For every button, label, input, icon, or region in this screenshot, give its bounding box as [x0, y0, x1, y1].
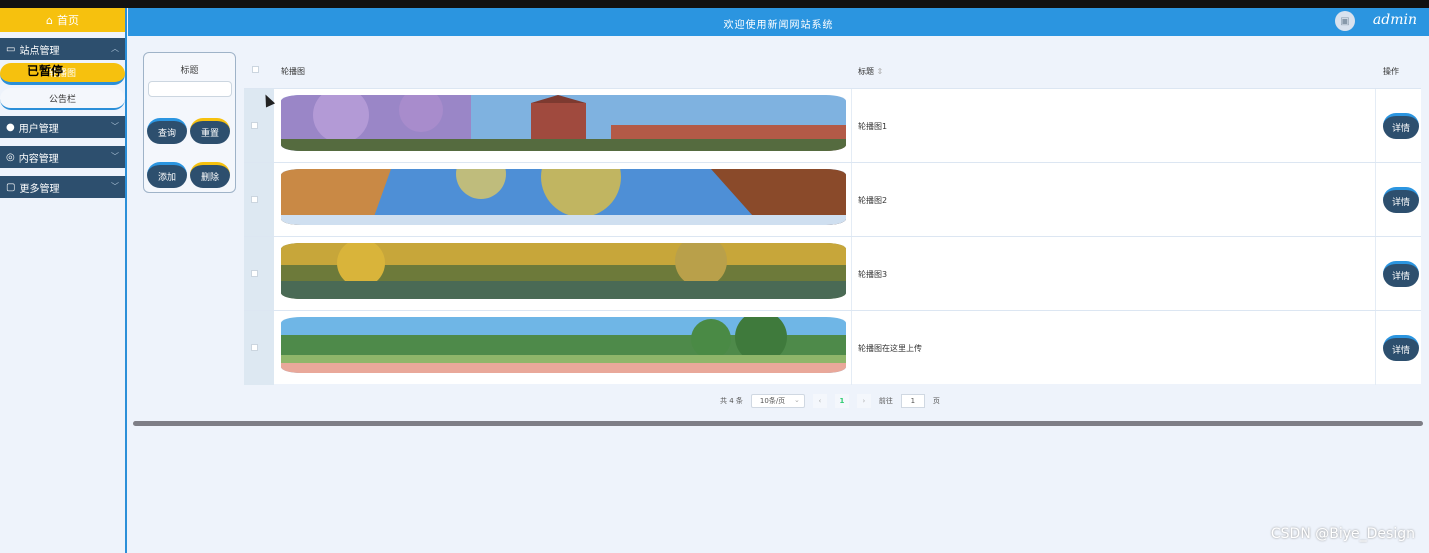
- header-title: 欢迎使用新闻网站系统: [723, 20, 834, 31]
- sidebar-home[interactable]: ⌂ 首页: [0, 8, 125, 32]
- title-search-input[interactable]: [148, 81, 232, 97]
- row-title: 轮播图在这里上传: [858, 344, 922, 353]
- column-divider: [851, 89, 852, 163]
- table-row: 轮播图1 详情: [244, 88, 1421, 163]
- carousel-image: [281, 95, 846, 151]
- more-icon: ▢: [6, 181, 16, 193]
- table-row: 轮播图在这里上传 详情: [244, 310, 1421, 385]
- home-icon: ⌂: [46, 13, 53, 27]
- pagination: 共 4 条 10条/页 ‹ 1 › 前往 1 页: [720, 393, 940, 409]
- watermark: CSDN @Biye_Design: [1270, 526, 1415, 542]
- reset-button[interactable]: 重置: [190, 118, 230, 144]
- column-header-title[interactable]: 标题 ⇕: [858, 66, 883, 77]
- table-row: 轮播图3 详情: [244, 236, 1421, 311]
- sidebar-home-label: 首页: [56, 14, 79, 27]
- row-select-cell: [244, 311, 274, 385]
- row-title: 轮播图3: [858, 270, 888, 279]
- row-checkbox[interactable]: [251, 270, 258, 277]
- detail-button[interactable]: 详情: [1383, 261, 1419, 287]
- chevron-down-icon: ﹀: [111, 122, 119, 131]
- select-all-checkbox[interactable]: [252, 66, 259, 73]
- sort-icon: ⇕: [876, 67, 884, 76]
- page-size-select[interactable]: 10条/页: [750, 394, 805, 408]
- column-divider: [1375, 89, 1376, 163]
- search-field-label: 标题: [180, 66, 199, 76]
- query-button[interactable]: 查询: [147, 118, 187, 144]
- top-header: 欢迎使用新闻网站系统 ▣ admin: [128, 8, 1429, 36]
- column-divider: [851, 163, 852, 237]
- chevron-down-icon: ﹀: [111, 152, 119, 161]
- sidebar-item-label: 更多管理: [19, 183, 60, 195]
- goto-page-input[interactable]: 1: [900, 394, 925, 408]
- sidebar-item-content-management[interactable]: ◎ 内容管理 ﹀: [0, 146, 125, 168]
- monitor-icon: ▭: [6, 43, 16, 55]
- column-divider: [851, 311, 852, 385]
- delete-button[interactable]: 删除: [190, 162, 230, 188]
- row-title: 轮播图2: [858, 196, 888, 205]
- carousel-image: [281, 243, 846, 299]
- search-panel: 标题 查询 重置 添加 删除: [143, 52, 236, 193]
- page-unit-label: 页: [932, 397, 940, 405]
- row-select-cell: [244, 163, 274, 237]
- username[interactable]: admin: [1373, 12, 1417, 28]
- chevron-down-icon: ﹀: [111, 182, 119, 191]
- horizontal-scrollbar[interactable]: [133, 421, 1423, 426]
- next-page-button[interactable]: ›: [856, 394, 871, 408]
- sidebar-item-label: 站点管理: [19, 45, 60, 57]
- table-row: 轮播图2 详情: [244, 162, 1421, 237]
- total-count: 共 4 条: [720, 397, 743, 405]
- sidebar-item-notice[interactable]: 公告栏: [0, 88, 125, 110]
- sidebar-item-user-management[interactable]: ● 用户管理 ﹀: [0, 116, 125, 138]
- row-select-cell: [244, 237, 274, 311]
- data-table: 轮播图 标题 ⇕ 操作 轮播图1 详情 轮播图2 详情 轮播图3 详情 轮播图在…: [244, 52, 1421, 385]
- paused-overlay: 已暂停: [27, 64, 64, 78]
- detail-button[interactable]: 详情: [1383, 335, 1419, 361]
- carousel-image: [281, 317, 846, 373]
- menu-group-site: ▭ 站点管理 ︿ 轮播图 已暂停 公告栏: [0, 38, 125, 110]
- sidebar-item-label: 内容管理: [18, 153, 59, 165]
- content-icon: ◎: [6, 151, 15, 163]
- row-checkbox[interactable]: [251, 344, 258, 351]
- row-title: 轮播图1: [858, 122, 888, 131]
- column-header-actions: 操作: [1383, 67, 1399, 76]
- page-number[interactable]: 1: [834, 394, 849, 408]
- goto-label: 前往: [878, 397, 893, 405]
- row-checkbox[interactable]: [251, 122, 258, 129]
- carousel-image: [281, 169, 846, 225]
- column-header-image: 轮播图: [281, 67, 305, 76]
- image-icon: ▣: [1340, 15, 1350, 27]
- sidebar-item-label: 用户管理: [18, 123, 59, 135]
- window-top-strip: [0, 0, 1429, 8]
- sidebar-item-label: 公告栏: [48, 94, 76, 105]
- add-button[interactable]: 添加: [147, 162, 187, 188]
- row-checkbox[interactable]: [251, 196, 258, 203]
- column-divider: [851, 237, 852, 311]
- sidebar-item-carousel[interactable]: 轮播图 已暂停: [0, 63, 125, 85]
- sidebar-item-more-management[interactable]: ▢ 更多管理 ﹀: [0, 176, 125, 198]
- avatar[interactable]: ▣: [1335, 11, 1355, 31]
- chevron-up-icon: ︿: [111, 44, 119, 53]
- column-divider: [1375, 311, 1376, 385]
- prev-page-button[interactable]: ‹: [812, 394, 827, 408]
- detail-button[interactable]: 详情: [1383, 113, 1419, 139]
- sidebar: ⌂ 首页 ▭ 站点管理 ︿ 轮播图 已暂停 公告栏 ● 用户管理 ﹀ ◎ 内容管…: [0, 8, 127, 553]
- user-icon: ●: [6, 121, 15, 133]
- detail-button[interactable]: 详情: [1383, 187, 1419, 213]
- table-header: 轮播图 标题 ⇕ 操作: [244, 52, 1421, 88]
- column-divider: [1375, 163, 1376, 237]
- column-divider: [1375, 237, 1376, 311]
- sidebar-item-site-management[interactable]: ▭ 站点管理 ︿: [0, 38, 125, 60]
